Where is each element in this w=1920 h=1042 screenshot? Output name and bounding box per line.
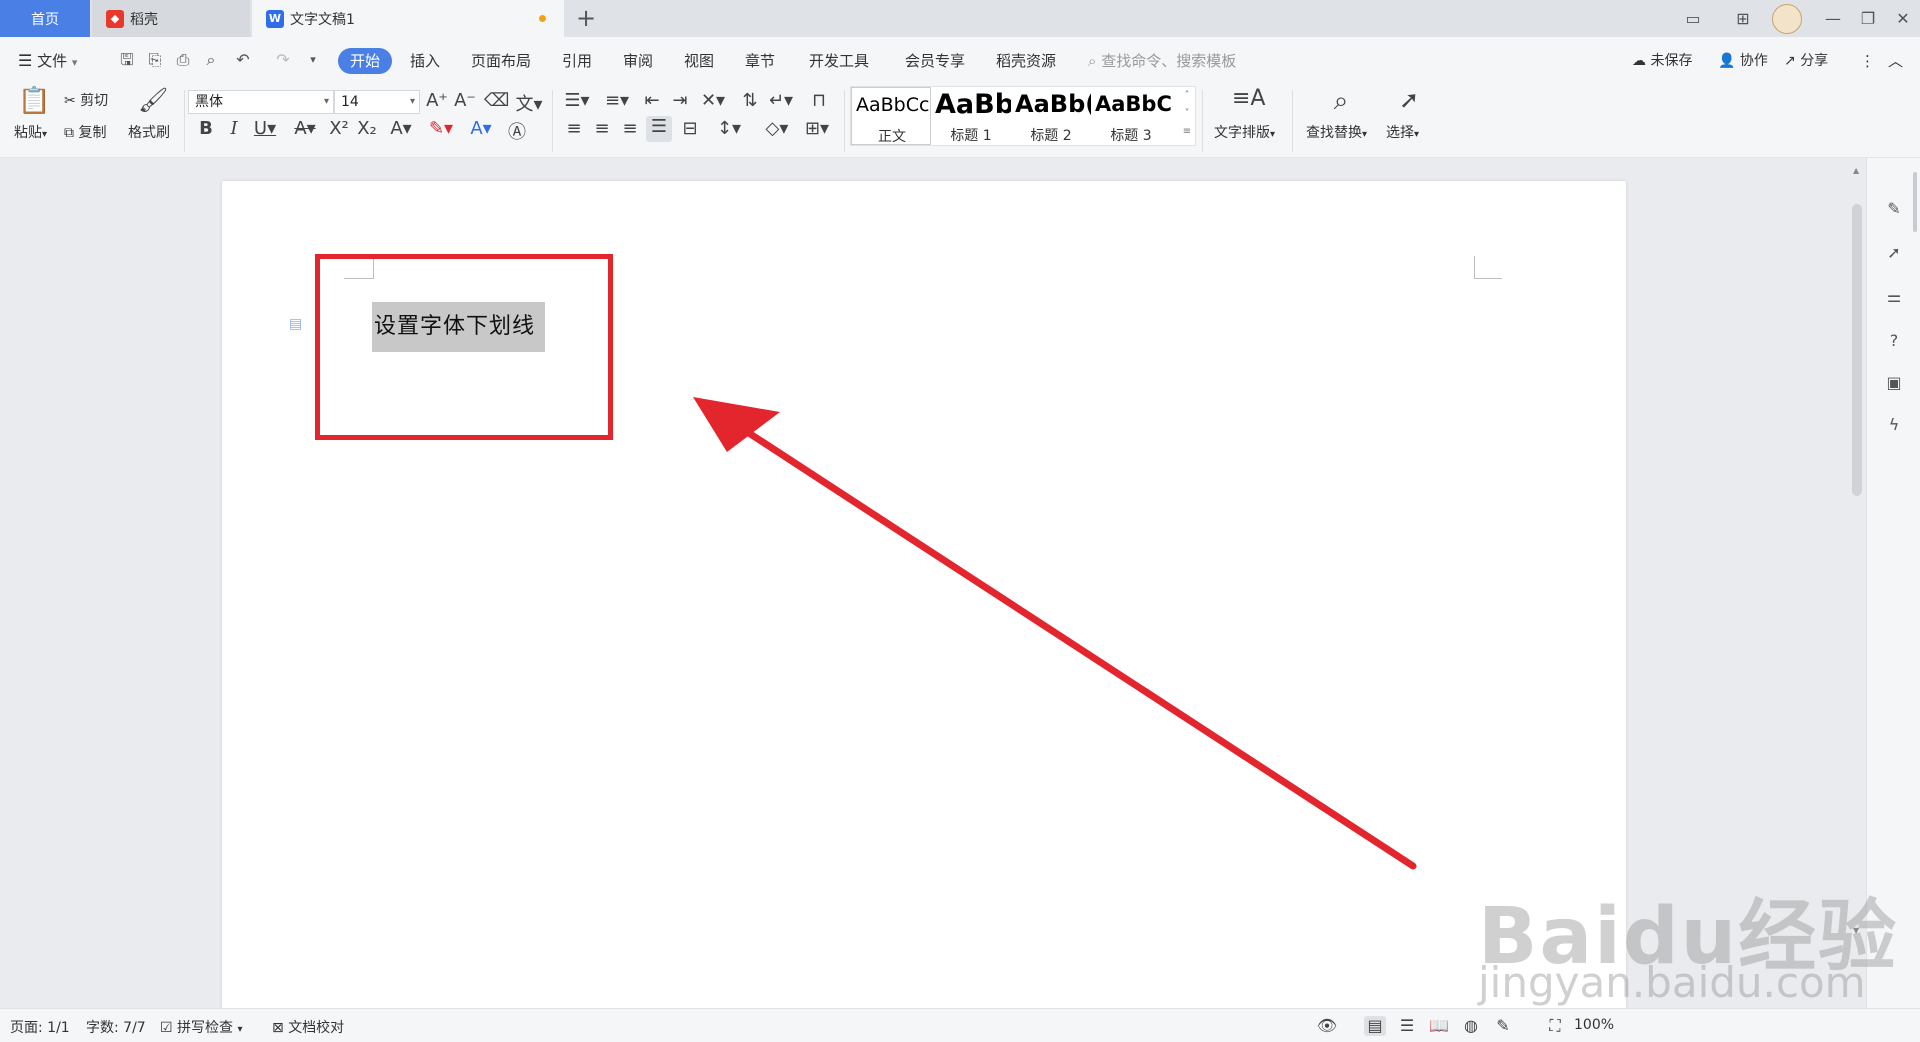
- lightning-icon[interactable]: ϟ: [1883, 414, 1905, 436]
- spell-check-label: 拼写检查: [177, 1020, 234, 1036]
- panel-scroll-indicator: [1913, 172, 1917, 232]
- scroll-up-icon[interactable]: ▲: [1853, 166, 1859, 175]
- zoom-level[interactable]: 100%: [1574, 1017, 1614, 1033]
- scrollbar-thumb[interactable]: [1852, 204, 1862, 496]
- chevron-down-icon: ▾: [237, 1024, 243, 1035]
- status-bar: 页面: 1/1 字数: 7/7 ☑ 拼写检查 ▾ ⊠ 文档校对 👁 ▤ ☰ 📖 …: [0, 1008, 1920, 1042]
- sliders-icon[interactable]: ⚌: [1883, 286, 1905, 308]
- fit-page-icon[interactable]: ⛶: [1544, 1016, 1566, 1036]
- image-tool-icon[interactable]: ▣: [1883, 372, 1905, 394]
- outline-view-icon[interactable]: ☰: [1396, 1016, 1418, 1036]
- eye-protection-icon[interactable]: 👁: [1316, 1016, 1338, 1036]
- pen-icon[interactable]: ✎: [1883, 198, 1905, 220]
- proofread-button[interactable]: ⊠ 文档校对: [272, 1017, 344, 1037]
- help-icon[interactable]: ?: [1883, 330, 1905, 352]
- page-view-icon[interactable]: ▤: [1364, 1016, 1386, 1036]
- vertical-scrollbar[interactable]: ▲ ▼: [1850, 166, 1864, 1006]
- right-side-panel: ✎ ➚ ⚌ ? ▣ ϟ: [1866, 158, 1920, 1008]
- annotation-arrow: [693, 397, 1417, 870]
- arrow-shaft: [731, 420, 1417, 870]
- proofread-label: 文档校对: [288, 1020, 345, 1036]
- spell-check-button[interactable]: ☑ 拼写检查 ▾: [160, 1017, 243, 1037]
- write-mode-icon[interactable]: ✎: [1492, 1016, 1514, 1036]
- proofread-icon: ⊠: [272, 1020, 284, 1036]
- reading-view-icon[interactable]: 📖: [1428, 1016, 1450, 1036]
- web-view-icon[interactable]: ◍: [1460, 1016, 1482, 1036]
- checkbox-icon: ☑: [160, 1020, 173, 1036]
- pointer-icon[interactable]: ➚: [1883, 242, 1905, 264]
- scroll-down-icon[interactable]: ▼: [1853, 926, 1859, 935]
- word-count[interactable]: 字数: 7/7: [86, 1017, 146, 1037]
- page-indicator[interactable]: 页面: 1/1: [10, 1017, 70, 1037]
